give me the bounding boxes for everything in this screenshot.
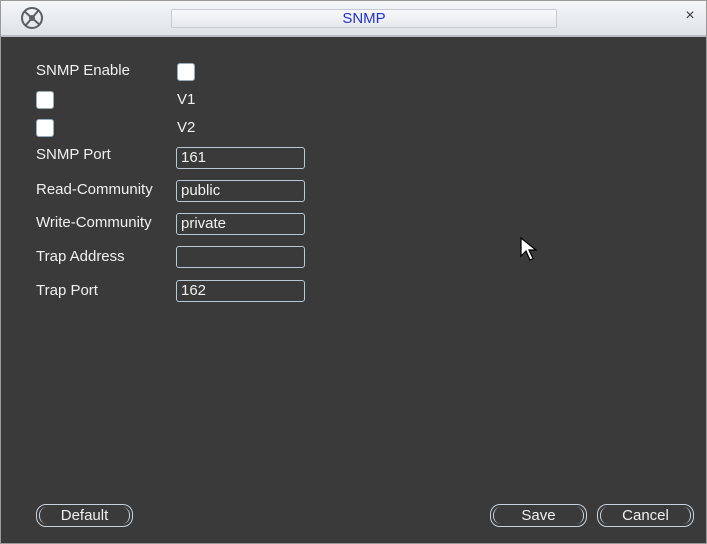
cancel-button[interactable]: Cancel: [597, 504, 694, 527]
trap-port-input[interactable]: 162: [176, 280, 305, 302]
default-button[interactable]: Default: [36, 504, 133, 527]
trap-address-label: Trap Address: [36, 248, 125, 265]
snmp-port-label: SNMP Port: [36, 146, 111, 163]
read-community-input[interactable]: public: [176, 180, 305, 202]
app-logo-icon: [21, 7, 43, 29]
title-bar: SNMP ×: [1, 1, 706, 37]
v1-label: V1: [177, 91, 196, 108]
trap-address-input[interactable]: [176, 246, 305, 268]
write-community-label: Write-Community: [36, 214, 152, 231]
save-button[interactable]: Save: [490, 504, 587, 527]
snmp-port-input[interactable]: 161: [176, 147, 305, 169]
snmp-enable-checkbox[interactable]: [177, 63, 195, 81]
v2-checkbox[interactable]: [36, 119, 54, 137]
v2-label: V2: [177, 119, 196, 136]
snmp-dialog: SNMP × SNMP Enable V1 V2 SNMP Port 161 R…: [0, 0, 707, 544]
window-title: SNMP: [171, 9, 557, 28]
v1-checkbox[interactable]: [36, 91, 54, 109]
read-community-label: Read-Community: [36, 181, 153, 198]
mouse-pointer-icon: [520, 237, 538, 261]
trap-port-label: Trap Port: [36, 282, 98, 299]
write-community-input[interactable]: private: [176, 213, 305, 235]
close-icon[interactable]: ×: [680, 6, 700, 26]
snmp-enable-label: SNMP Enable: [36, 62, 130, 79]
